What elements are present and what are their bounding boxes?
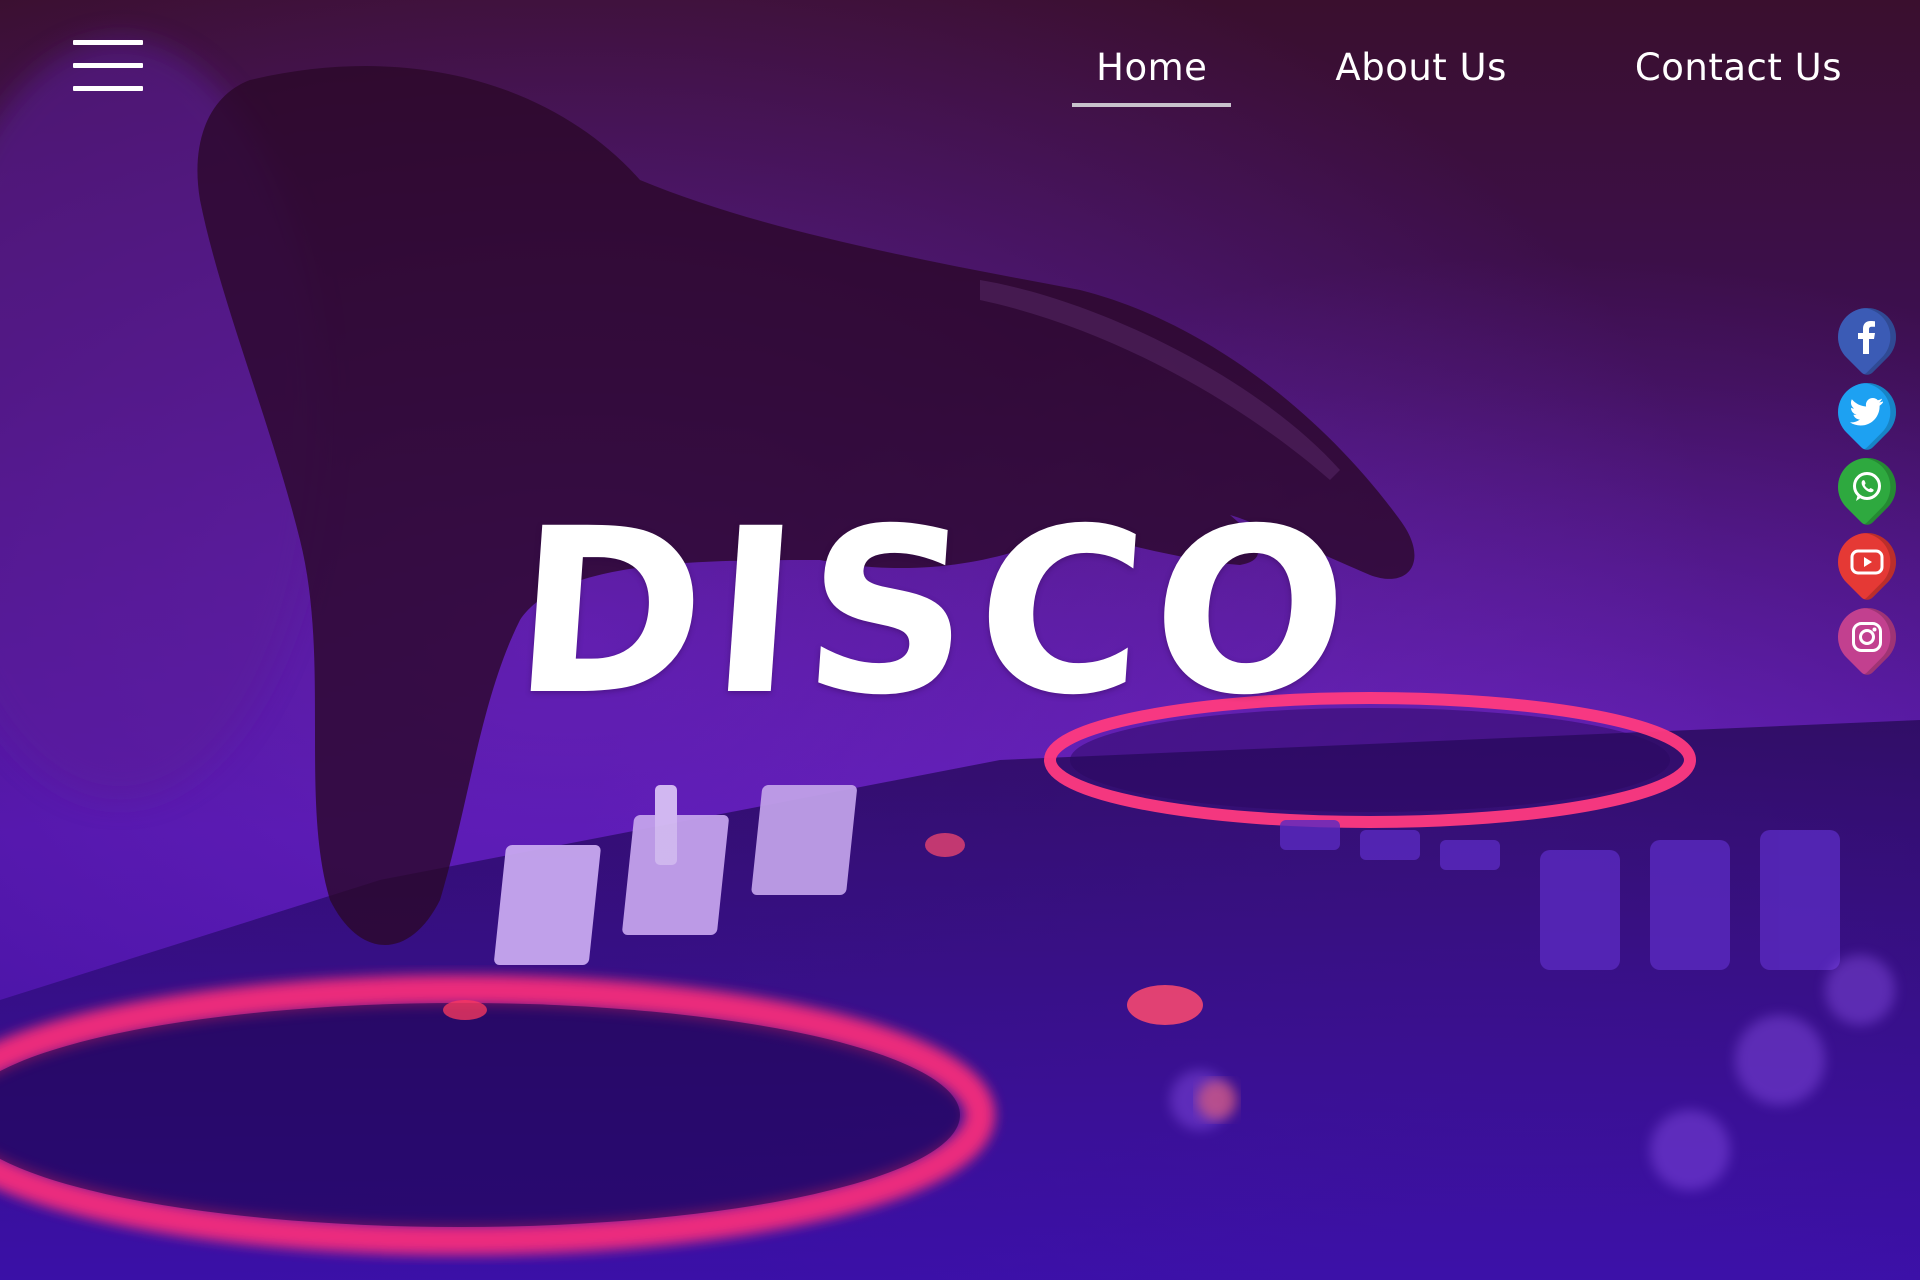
hamburger-menu-icon[interactable] — [73, 40, 143, 92]
whatsapp-button[interactable] — [1825, 445, 1909, 529]
youtube-icon — [1838, 533, 1896, 591]
hero-title: DISCO — [505, 479, 1365, 745]
main-navigation: Home About Us Contact Us — [1072, 46, 1866, 107]
whatsapp-icon — [1838, 458, 1896, 516]
twitter-button[interactable] — [1825, 370, 1909, 454]
nav-link-home[interactable]: Home — [1072, 46, 1232, 107]
facebook-button[interactable] — [1825, 295, 1909, 379]
nav-link-about-us[interactable]: About Us — [1311, 46, 1531, 107]
hamburger-line — [73, 86, 143, 91]
hamburger-line — [73, 40, 143, 45]
instagram-icon — [1838, 608, 1896, 666]
facebook-icon — [1838, 308, 1896, 366]
hamburger-line — [73, 63, 143, 68]
twitter-icon — [1838, 383, 1896, 441]
youtube-button[interactable] — [1825, 520, 1909, 604]
nav-link-contact-us[interactable]: Contact Us — [1611, 46, 1866, 107]
instagram-button[interactable] — [1825, 595, 1909, 679]
hero-section: Home About Us Contact Us DISCO — [0, 0, 1920, 1280]
social-share-bar — [1825, 295, 1909, 683]
